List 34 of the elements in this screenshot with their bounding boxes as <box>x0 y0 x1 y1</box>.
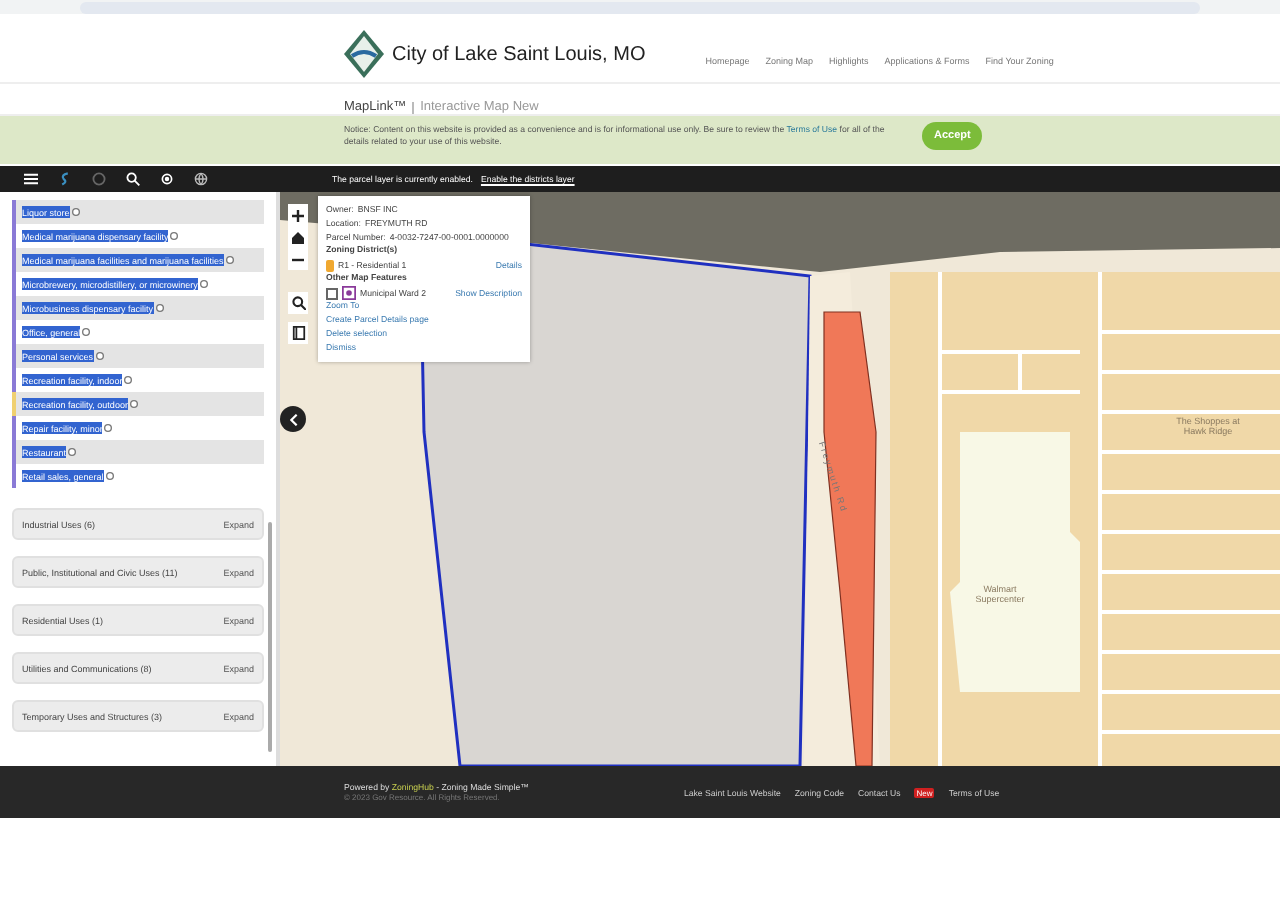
zoom-in-button[interactable] <box>288 204 308 226</box>
home-button[interactable] <box>288 226 308 248</box>
home-icon <box>292 231 304 243</box>
site-title: City of Lake Saint Louis, MO <box>392 43 646 65</box>
city-logo-icon <box>344 30 384 78</box>
magnifier-icon <box>291 296 305 310</box>
info-icon[interactable] <box>225 256 234 264</box>
zoom-search-button[interactable] <box>288 292 308 314</box>
circle-icon[interactable] <box>92 172 106 186</box>
info-icon[interactable] <box>68 448 77 456</box>
info-icon[interactable] <box>71 208 80 216</box>
info-icon[interactable] <box>82 328 91 336</box>
legend-button[interactable] <box>288 322 308 344</box>
info-icon[interactable] <box>199 280 208 288</box>
info-icon[interactable] <box>155 304 164 312</box>
plus-icon <box>292 209 304 221</box>
chevron-left-icon <box>289 413 297 425</box>
ward-icon <box>342 286 356 300</box>
scrollbar[interactable] <box>268 522 272 752</box>
minus-icon <box>292 253 304 265</box>
map-view[interactable] <box>276 192 1280 766</box>
info-icon[interactable] <box>129 400 138 408</box>
info-icon[interactable] <box>105 472 114 480</box>
globe-icon[interactable] <box>194 172 208 186</box>
info-icon[interactable] <box>124 376 133 384</box>
swirl-icon[interactable] <box>58 172 72 186</box>
feature-checkbox[interactable] <box>326 287 338 299</box>
menu-icon[interactable] <box>24 172 38 186</box>
info-icon[interactable] <box>170 232 179 240</box>
book-icon <box>291 326 305 340</box>
info-icon[interactable] <box>95 352 104 360</box>
search-icon[interactable] <box>126 172 140 186</box>
info-icon[interactable] <box>104 424 113 432</box>
locate-icon[interactable] <box>160 172 174 186</box>
